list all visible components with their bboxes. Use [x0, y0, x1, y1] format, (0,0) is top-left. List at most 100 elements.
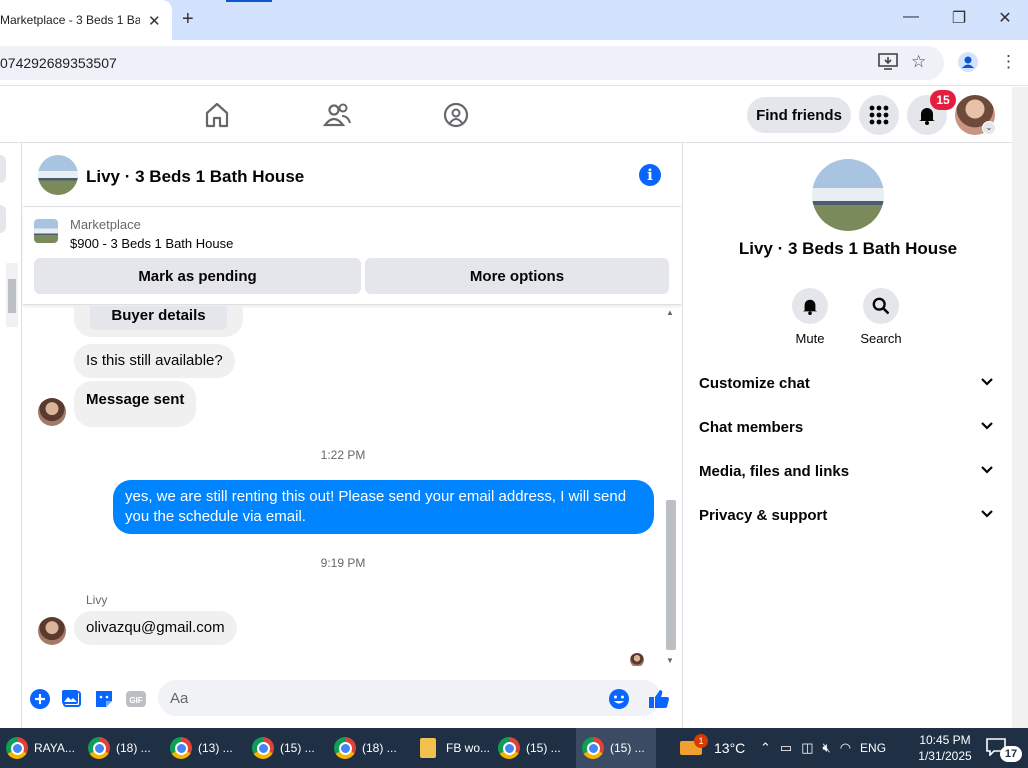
message-composer: GIF [23, 675, 681, 721]
chevron-down-icon[interactable]: ⌄ [982, 121, 996, 135]
chat-members-section[interactable]: Chat members [699, 413, 999, 445]
message-input[interactable] [158, 680, 661, 716]
volume-muted-icon[interactable]: 🔇︎ [823, 740, 831, 756]
photo-icon[interactable] [61, 688, 83, 710]
install-app-icon[interactable] [878, 53, 898, 76]
media-files-links-section[interactable]: Media, files and links [699, 457, 999, 489]
message-list: Buyer details Is this still available? M… [23, 306, 663, 666]
chrome-icon [582, 737, 604, 759]
info-icon[interactable]: i [639, 164, 661, 186]
language-indicator[interactable]: ENG [860, 741, 886, 755]
sender-avatar[interactable] [38, 398, 66, 426]
chrome-icon [6, 737, 28, 759]
chat-avatar[interactable] [38, 155, 78, 195]
chevron-down-icon [981, 378, 993, 386]
conversation-avatar[interactable] [812, 159, 884, 231]
taskbar-item[interactable]: FB wo... [420, 728, 496, 768]
wifi-icon[interactable]: ◠ [840, 740, 851, 756]
chrome-icon [88, 737, 110, 759]
tab-close-icon[interactable]: ✕ [148, 12, 161, 30]
customize-chat-section[interactable]: Customize chat [699, 369, 999, 401]
privacy-support-section[interactable]: Privacy & support [699, 501, 999, 533]
conversation-name: Livy · 3 Beds 1 Bath House [738, 239, 958, 258]
mute-action[interactable]: Mute [780, 288, 840, 346]
chat-list-item[interactable] [0, 205, 6, 233]
menu-kebab-icon[interactable]: ⋮ [1000, 52, 1017, 72]
scroll-up-icon[interactable]: ▲ [666, 308, 674, 317]
search-action[interactable]: Search [851, 288, 911, 346]
taskbar-label: FB wo... [446, 741, 491, 755]
chat-title[interactable]: Livy · 3 Beds 1 Bath House [86, 167, 304, 187]
plus-icon[interactable] [29, 688, 51, 710]
chevron-down-icon [981, 510, 993, 518]
clock[interactable]: 10:45 PM 1/31/2025 [918, 732, 972, 764]
groups-icon[interactable] [440, 99, 472, 131]
chat-scrollbar[interactable]: ▲ ▼ [663, 306, 681, 668]
grid-icon [869, 105, 889, 125]
temperature: 13°C [714, 740, 746, 756]
weather-widget[interactable]: 1 13°C [680, 728, 745, 768]
message-bubble-incoming: Message sent [74, 381, 197, 427]
chevron-down-icon [981, 422, 993, 430]
message-timestamp: 1:22 PM [320, 448, 366, 462]
taskbar-item-active[interactable]: (15) ... [576, 728, 656, 768]
maximize-icon[interactable]: ❐ [944, 8, 974, 28]
mark-as-pending-button[interactable]: Mark as pending [34, 258, 361, 294]
chat-panel: Livy · 3 Beds 1 Bath House i Marketplace… [23, 143, 681, 728]
meet-now-icon[interactable]: ◫ [801, 740, 813, 756]
taskbar-item[interactable]: (18) ... [334, 728, 410, 768]
tab-title: Marketplace - 3 Beds 1 Bat [0, 13, 140, 27]
browser-tab[interactable]: Marketplace - 3 Beds 1 Bat ✕ [0, 0, 172, 40]
left-chat-list-edge [0, 143, 22, 728]
search-button[interactable] [863, 288, 899, 324]
seen-indicator-avatar [630, 653, 644, 666]
find-friends-button[interactable]: Find friends [747, 97, 851, 133]
chevron-up-icon[interactable]: ⌃ [760, 740, 771, 756]
chrome-icon [334, 737, 356, 759]
conversation-info-panel: Livy · 3 Beds 1 Bath House Mute Search C… [682, 143, 1012, 728]
more-options-button[interactable]: More options [365, 258, 669, 294]
search-label: Search [860, 331, 902, 346]
taskbar-item[interactable]: (15) ... [252, 728, 328, 768]
home-icon[interactable] [201, 99, 233, 131]
taskbar-label: (15) ... [526, 741, 561, 755]
marketplace-listing-bar: Marketplace $900 - 3 Beds 1 Bath House M… [23, 208, 681, 305]
scroll-thumb[interactable] [666, 500, 676, 650]
sticker-icon[interactable] [93, 688, 115, 710]
marketplace-label: Marketplace [70, 217, 141, 232]
listing-thumbnail[interactable] [34, 219, 58, 243]
message-bubble-outgoing: yes, we are still renting this out! Plea… [113, 480, 654, 534]
search-icon [872, 297, 890, 315]
windows-taskbar: RAYA... (18) ... (13) ... (15) ... (18) … [0, 728, 1028, 768]
taskbar-item[interactable]: (15) ... [498, 728, 574, 768]
taskbar-label: (18) ... [116, 741, 151, 755]
menu-grid-button[interactable] [859, 95, 899, 135]
taskbar-item[interactable]: RAYA... [6, 728, 82, 768]
like-thumb-icon[interactable] [648, 688, 670, 710]
listing-title[interactable]: $900 - 3 Beds 1 Bath House [70, 236, 233, 251]
chat-list-item[interactable] [0, 155, 6, 183]
bookmark-star-icon[interactable]: ☆ [911, 52, 926, 72]
close-window-icon[interactable]: ✕ [990, 8, 1020, 28]
buyer-details-button[interactable]: Buyer details [90, 306, 227, 330]
page-scrollbar[interactable] [1012, 87, 1028, 728]
profile-icon[interactable] [958, 52, 978, 77]
scroll-down-icon[interactable]: ▼ [666, 656, 674, 665]
emoji-icon[interactable] [608, 688, 630, 710]
taskbar-label: (15) ... [610, 741, 645, 755]
friends-icon[interactable] [321, 99, 353, 131]
battery-icon[interactable]: ▭ [780, 740, 792, 756]
section-label: Customize chat [699, 375, 810, 392]
sender-avatar[interactable] [38, 617, 66, 645]
section-label: Chat members [699, 419, 804, 436]
taskbar-item[interactable]: (13) ... [170, 728, 246, 768]
taskbar-item[interactable]: (18) ... [88, 728, 164, 768]
new-tab-icon[interactable]: + [182, 8, 194, 31]
chrome-icon [252, 737, 274, 759]
chat-list-scrollbar[interactable] [6, 263, 18, 327]
chevron-down-icon [981, 466, 993, 474]
mute-button[interactable] [792, 288, 828, 324]
address-bar[interactable]: 074292689353507 [0, 46, 944, 80]
minimize-icon[interactable]: — [896, 8, 926, 26]
gif-icon[interactable]: GIF [125, 688, 147, 710]
